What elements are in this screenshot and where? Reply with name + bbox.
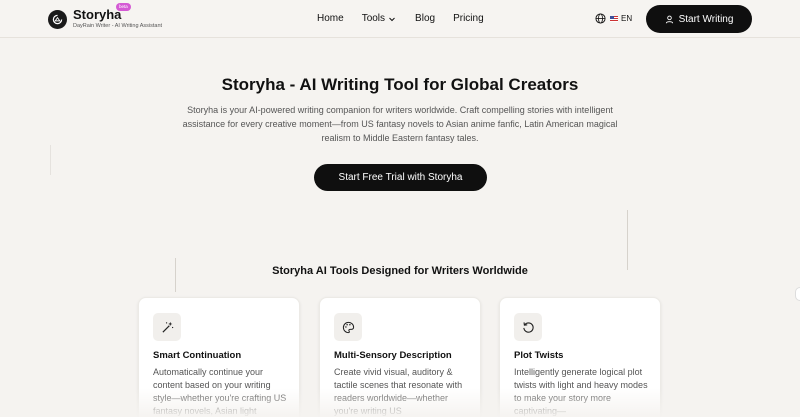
decorative-line (627, 210, 628, 270)
start-free-trial-button[interactable]: Start Free Trial with Storyha (314, 164, 487, 191)
nav-links: Home Tools Blog Pricing (317, 13, 484, 24)
card-title: Plot Twists (514, 350, 564, 361)
hero-description: Storyha is your AI-powered writing compa… (182, 105, 618, 143)
nav-home-link[interactable]: Home (317, 13, 344, 24)
top-navbar: Storyha DayRain Writer - AI Writing Assi… (0, 0, 800, 38)
hero-title: Storyha - AI Writing Tool for Global Cre… (221, 75, 579, 94)
side-panel-handle[interactable] (795, 287, 800, 301)
decorative-line (50, 145, 51, 175)
globe-icon (595, 13, 606, 24)
logo-icon (48, 9, 67, 29)
nav-tools-dropdown[interactable]: Tools (362, 13, 396, 24)
nav-blog-link[interactable]: Blog (415, 13, 435, 24)
user-icon (665, 15, 673, 23)
nav-pricing-link[interactable]: Pricing (453, 13, 484, 24)
rotate-icon (514, 313, 542, 341)
card-title: Smart Continuation (153, 350, 242, 361)
start-writing-label: Start Writing (678, 13, 734, 25)
card-title: Multi-Sensory Description (334, 350, 452, 361)
start-writing-button[interactable]: Start Writing (646, 5, 752, 33)
beta-badge: beta (116, 3, 131, 11)
language-label: EN (621, 14, 633, 23)
language-selector[interactable]: EN (595, 13, 632, 24)
us-flag-icon (610, 15, 618, 22)
tools-section-title: Storyha AI Tools Designed for Writers Wo… (272, 265, 528, 277)
magic-wand-icon (153, 313, 181, 341)
brand-tagline: DayRain Writer - AI Writing Assistant (73, 23, 163, 29)
brand-logo[interactable]: Storyha DayRain Writer - AI Writing Assi… (48, 3, 163, 30)
bottom-fade (0, 388, 800, 417)
palette-icon (334, 313, 362, 341)
chevron-down-icon (389, 17, 395, 21)
nav-tools-label: Tools (361, 13, 386, 24)
